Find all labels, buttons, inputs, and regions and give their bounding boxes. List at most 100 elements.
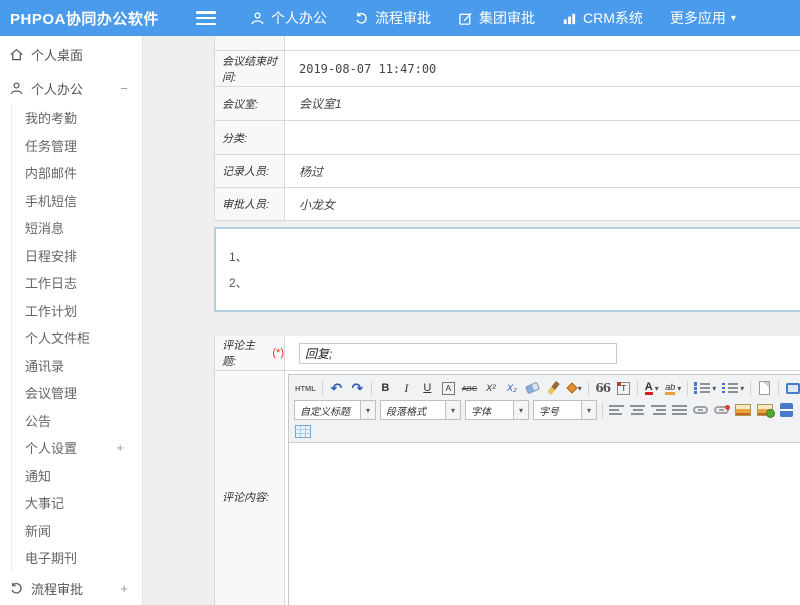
chevron-down-icon: ▾ bbox=[581, 401, 596, 419]
fullscreen-button[interactable] bbox=[783, 378, 800, 398]
sidebar-item-e-journal[interactable]: 电子期刊 bbox=[12, 544, 142, 572]
editor-content-area[interactable] bbox=[289, 443, 800, 605]
italic-button[interactable]: I bbox=[397, 378, 416, 398]
sidebar-item-big-events[interactable]: 大事记 bbox=[12, 489, 142, 517]
sidebar-item-internal-mail[interactable]: 内部邮件 bbox=[12, 159, 142, 187]
sidebar-item-personal-desktop[interactable]: 个人桌面 bbox=[0, 36, 142, 72]
sidebar-item-personal-cabinet[interactable]: 个人文件柜 bbox=[12, 324, 142, 352]
field-value bbox=[285, 36, 800, 50]
unordered-list-button[interactable]: ▾ bbox=[720, 378, 746, 398]
sidebar-item-meeting-management[interactable]: 会议管理 bbox=[12, 379, 142, 407]
font-family-select[interactable]: 字体▾ bbox=[465, 400, 529, 420]
highlight-color-button[interactable]: ab▾ bbox=[663, 378, 683, 398]
chevron-down-icon: ▾ bbox=[578, 384, 582, 393]
select-label: 自定义标题 bbox=[295, 401, 360, 419]
font-color-button[interactable]: A▾ bbox=[642, 378, 661, 398]
hamburger-menu-icon[interactable] bbox=[196, 11, 216, 25]
comment-subject-input[interactable] bbox=[299, 343, 617, 364]
text-frame-icon: T bbox=[617, 382, 630, 395]
cycle-arrow-icon bbox=[9, 581, 24, 596]
sidebar-item-notice[interactable]: 通知 bbox=[12, 462, 142, 490]
chevron-down-icon: ▾ bbox=[731, 13, 736, 24]
field-value: 小龙女 bbox=[285, 188, 800, 220]
expand-plus-icon[interactable]: + bbox=[120, 581, 128, 596]
sidebar-item-news[interactable]: 新闻 bbox=[12, 517, 142, 545]
align-center-button[interactable] bbox=[628, 400, 647, 420]
field-value: HTML ↶ ↷ B I U A ABC bbox=[285, 371, 800, 605]
new-document-button[interactable] bbox=[755, 378, 774, 398]
text-frame-button[interactable]: T bbox=[614, 378, 633, 398]
comment-subject-label: 评论主题: bbox=[222, 337, 268, 369]
editor-toolbar: HTML ↶ ↷ B I U A ABC bbox=[289, 375, 800, 443]
align-right-button[interactable] bbox=[649, 400, 668, 420]
person-icon bbox=[250, 11, 265, 26]
nav-more-apps[interactable]: 更多应用 ▾ bbox=[670, 8, 736, 28]
sidebar-item-label: 会议管理 bbox=[25, 383, 77, 402]
nav-personal-office[interactable]: 个人办公 bbox=[250, 8, 327, 28]
subscript-button[interactable]: X₂ bbox=[502, 378, 521, 398]
custom-heading-select[interactable]: 自定义标题▾ bbox=[294, 400, 376, 420]
sidebar-item-label: 个人办公 bbox=[31, 79, 83, 98]
html-source-button[interactable]: HTML bbox=[293, 378, 318, 398]
align-justify-button[interactable] bbox=[670, 400, 689, 420]
sidebar-item-work-diary[interactable]: 工作日志 bbox=[12, 269, 142, 297]
sidebar-item-contacts[interactable]: 通讯录 bbox=[12, 352, 142, 380]
field-value bbox=[285, 336, 800, 370]
remove-link-button[interactable] bbox=[712, 400, 731, 420]
table-row-recorder: 记录人员: 杨过 bbox=[215, 155, 800, 188]
person-icon bbox=[9, 81, 24, 96]
unordered-list-icon bbox=[722, 382, 738, 394]
align-left-button[interactable] bbox=[607, 400, 626, 420]
align-justify-icon bbox=[672, 404, 687, 416]
insert-table-button[interactable] bbox=[293, 421, 313, 441]
insert-image-button[interactable] bbox=[733, 400, 753, 420]
link-icon bbox=[693, 406, 708, 414]
sidebar-item-label: 工作日志 bbox=[25, 273, 77, 292]
sidebar-item-personal-office[interactable]: 个人办公 − bbox=[0, 72, 142, 104]
comment-form-table: 评论主题: (*) 评论内容: HTML bbox=[214, 336, 800, 605]
bold-button[interactable]: B bbox=[376, 378, 395, 398]
insert-media-button[interactable] bbox=[777, 400, 796, 420]
sidebar-item-my-attendance[interactable]: 我的考勤 bbox=[12, 104, 142, 132]
undo-button[interactable]: ↶ bbox=[327, 378, 346, 398]
sidebar-item-short-message[interactable]: 短消息 bbox=[12, 214, 142, 242]
sidebar-item-announcement[interactable]: 公告 bbox=[12, 407, 142, 435]
insert-link-button[interactable] bbox=[691, 400, 710, 420]
expand-plus-icon[interactable]: + bbox=[116, 440, 124, 455]
select-label: 字体 bbox=[466, 401, 513, 419]
nav-group-approval[interactable]: 集团审批 bbox=[458, 8, 535, 28]
nav-crm-system[interactable]: CRM系统 bbox=[562, 8, 643, 28]
select-label: 字号 bbox=[534, 401, 581, 419]
font-size-select[interactable]: 字号▾ bbox=[533, 400, 597, 420]
table-row-approver: 审批人员: 小龙女 bbox=[215, 188, 800, 221]
select-label: 段落格式 bbox=[381, 401, 445, 419]
remove-format-button[interactable] bbox=[523, 378, 542, 398]
format-brush-button[interactable] bbox=[544, 378, 563, 398]
blockquote-button[interactable]: 66 bbox=[593, 378, 612, 398]
underline-button[interactable]: U bbox=[418, 378, 437, 398]
fill-color-button[interactable]: ▾ bbox=[565, 378, 584, 398]
sidebar-item-workflow-approval[interactable]: 流程审批 + bbox=[0, 572, 142, 605]
sidebar-item-label: 公告 bbox=[25, 411, 51, 430]
paragraph-format-select[interactable]: 段落格式▾ bbox=[380, 400, 461, 420]
toolbar-separator bbox=[588, 381, 589, 396]
nav-workflow-approval[interactable]: 流程审批 bbox=[354, 8, 431, 28]
ordered-list-button[interactable]: ▾ bbox=[692, 378, 718, 398]
sidebar-item-mobile-sms[interactable]: 手机短信 bbox=[12, 187, 142, 215]
sidebar-item-work-plan[interactable]: 工作计划 bbox=[12, 297, 142, 325]
sidebar-item-task-management[interactable]: 任务管理 bbox=[12, 132, 142, 160]
media-icon bbox=[780, 403, 793, 417]
strikethrough-button[interactable]: ABC bbox=[460, 378, 479, 398]
upload-image-button[interactable] bbox=[755, 400, 775, 420]
sidebar-item-schedule[interactable]: 日程安排 bbox=[12, 242, 142, 270]
superscript-button[interactable]: X² bbox=[481, 378, 500, 398]
sidebar-item-label: 个人文件柜 bbox=[25, 328, 90, 347]
sidebar-item-label: 通讯录 bbox=[25, 356, 64, 375]
field-value: 会议室1 bbox=[285, 87, 800, 120]
font-name-icon[interactable]: A bbox=[442, 382, 455, 395]
sidebar-item-label: 大事记 bbox=[25, 493, 64, 512]
collapse-minus-icon[interactable]: − bbox=[120, 81, 128, 96]
sidebar-item-personal-settings[interactable]: 个人设置+ bbox=[12, 434, 142, 462]
redo-button[interactable]: ↷ bbox=[348, 378, 367, 398]
app-window: PHPOA协同办公软件 个人办公 流程审批 集团审批 CRM系统 更多应用 ▾ bbox=[0, 0, 800, 605]
